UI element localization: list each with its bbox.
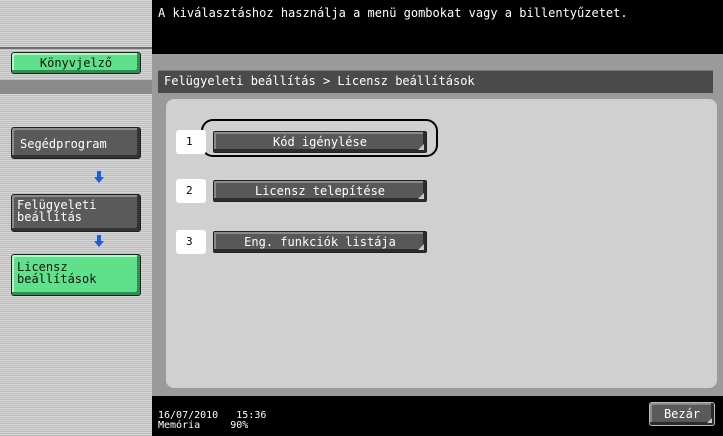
nav-step-admin-settings[interactable]: Felügyeleti beállítás: [11, 194, 141, 232]
arrow-down-icon: [94, 171, 104, 183]
breadcrumb: Felügyeleti beállítás > Licensz beállítá…: [164, 74, 475, 88]
nav-step-label: beállítások: [17, 272, 97, 286]
request-code-button[interactable]: Kód igénylése: [213, 131, 427, 153]
option-label: Licensz telepítése: [254, 184, 386, 198]
enabled-functions-list-button[interactable]: Eng. funkciók listája: [213, 231, 427, 253]
option-label: Eng. funkciók listája: [244, 235, 396, 249]
breadcrumb-bar: Felügyeleti beállítás > Licensz beállítá…: [158, 70, 713, 93]
divider: [0, 80, 152, 94]
close-label: Bezár: [663, 407, 701, 421]
option-number: 3: [176, 230, 206, 254]
nav-step-utility[interactable]: Segédprogram: [11, 127, 141, 159]
instruction-message: A kiválasztáshoz használja a menü gombok…: [158, 6, 628, 20]
arrow-down-icon: [94, 235, 104, 247]
nav-step-label: beállítás: [17, 210, 83, 224]
bookmark-button[interactable]: Könyvjelző: [11, 52, 141, 74]
memory-value: 90%: [230, 420, 249, 431]
option-number: 1: [176, 130, 206, 154]
corner-mark: [707, 418, 712, 423]
install-license-button[interactable]: Licensz telepítése: [213, 180, 427, 202]
divider: [0, 47, 152, 49]
status-info: 16/07/2010 15:36 Memória 90%: [158, 411, 266, 431]
nav-step-license-settings[interactable]: Licensz beállítások: [11, 254, 141, 296]
option-label: Kód igénylése: [273, 135, 367, 149]
option-number: 2: [176, 179, 206, 203]
bookmark-label: Könyvjelző: [39, 56, 113, 70]
nav-step-label: Segédprogram: [20, 137, 107, 151]
memory-label: Memória: [158, 420, 201, 431]
corner-mark: [418, 193, 424, 199]
corner-mark: [418, 144, 424, 150]
close-button[interactable]: Bezár: [649, 402, 715, 426]
corner-mark: [418, 244, 424, 250]
